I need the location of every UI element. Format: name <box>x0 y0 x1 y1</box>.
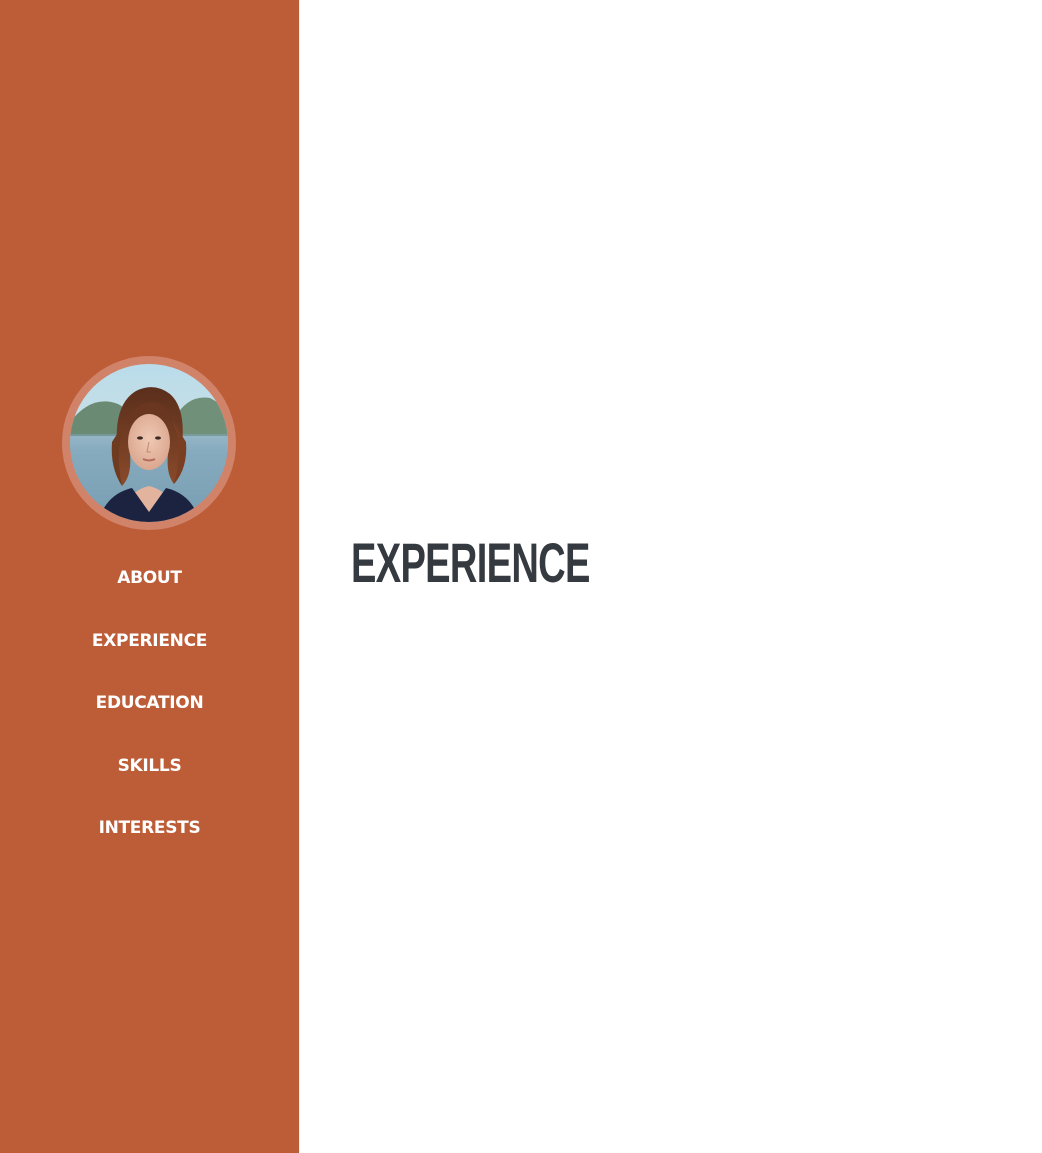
profile-photo-icon <box>70 364 228 522</box>
nav-link-interests[interactable]: INTERESTS <box>99 810 201 838</box>
nav-item-experience: EXPERIENCE <box>0 623 299 686</box>
nav-link-about[interactable]: ABOUT <box>117 560 182 588</box>
nav-item-education: EDUCATION <box>0 685 299 748</box>
section-title: EXPERIENCE <box>351 531 590 594</box>
profile-avatar[interactable] <box>62 356 236 530</box>
nav-item-interests: INTERESTS <box>0 810 299 873</box>
nav-link-skills[interactable]: SKILLS <box>118 748 182 776</box>
sidebar-nav: ABOUT EXPERIENCE EDUCATION SKILLS INTERE… <box>0 0 299 1153</box>
resume-page: ABOUT EXPERIENCE EDUCATION SKILLS INTERE… <box>0 0 1042 1153</box>
nav-item-skills: SKILLS <box>0 748 299 811</box>
nav-link-education[interactable]: EDUCATION <box>96 685 204 713</box>
nav-menu: ABOUT EXPERIENCE EDUCATION SKILLS INTERE… <box>0 560 299 873</box>
nav-item-about: ABOUT <box>0 560 299 623</box>
main-content: EXPERIENCE <box>299 0 1042 1153</box>
nav-link-experience[interactable]: EXPERIENCE <box>92 623 207 651</box>
